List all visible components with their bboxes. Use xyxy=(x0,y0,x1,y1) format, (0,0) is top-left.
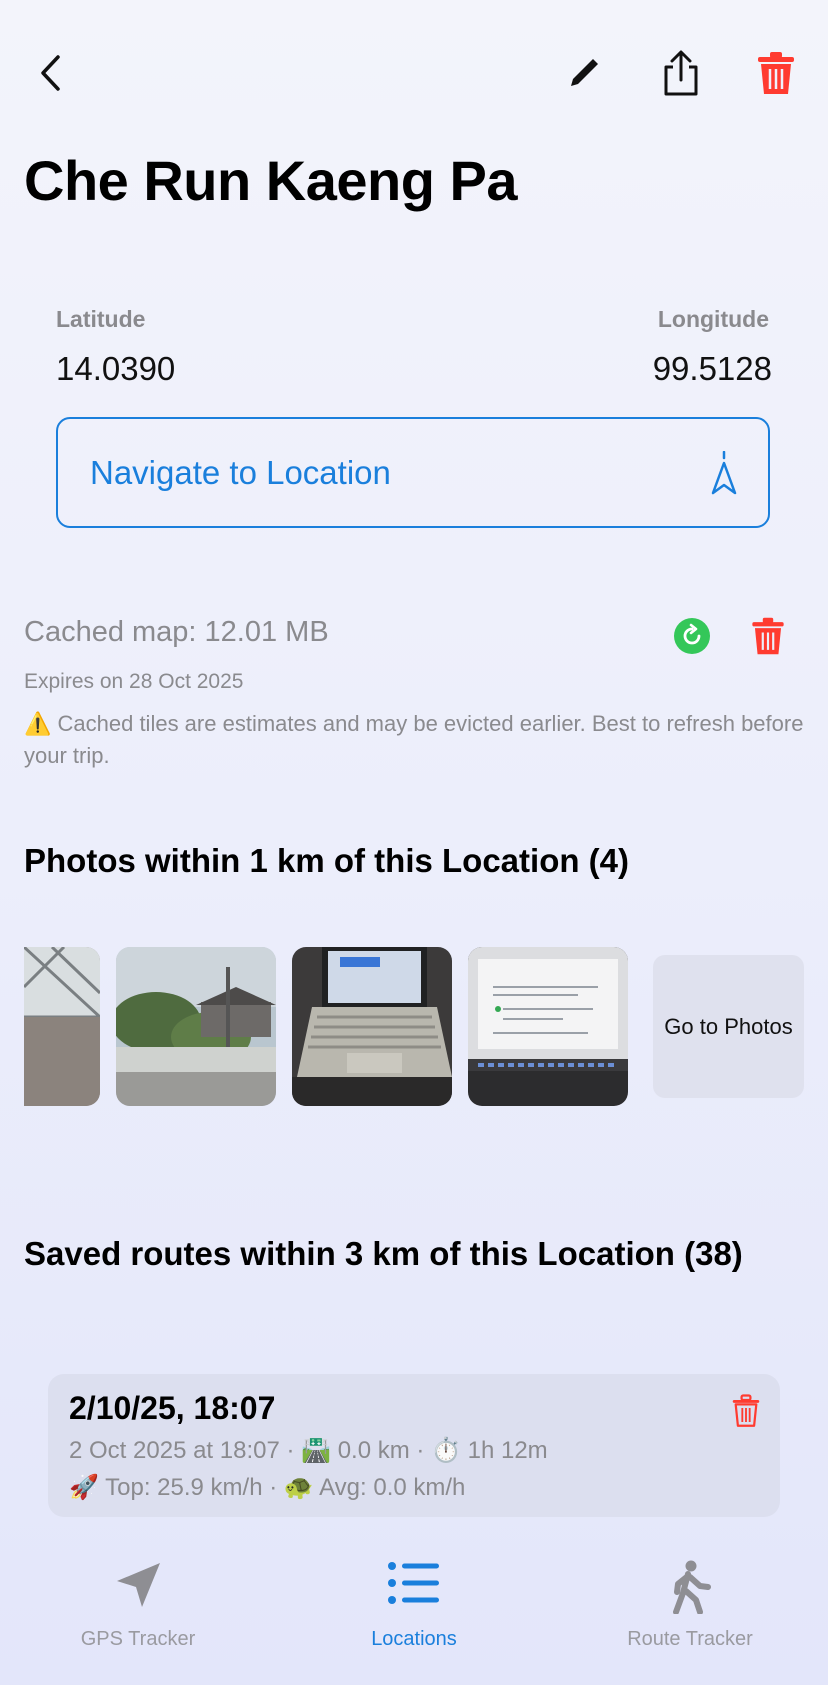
route-title: 2/10/25, 18:07 xyxy=(69,1390,276,1426)
navigation-arrow-icon xyxy=(117,1563,160,1607)
cache-expiry-text: Expires on 28 Oct 2025 xyxy=(24,670,244,693)
cache-size-text: Cached map: 12.01 MB xyxy=(24,616,329,648)
photo-thumbnail[interactable] xyxy=(292,947,452,1106)
latitude-label: Latitude xyxy=(56,306,146,332)
delete-cache-button[interactable] xyxy=(746,614,790,658)
compass-arrow-icon xyxy=(711,450,737,494)
share-icon xyxy=(664,50,698,96)
navigate-button[interactable]: Navigate to Location xyxy=(56,417,770,528)
chevron-left-icon xyxy=(41,55,60,91)
tab-locations[interactable]: Locations xyxy=(276,1540,552,1685)
tab-label: Locations xyxy=(371,1628,457,1650)
tab-label: Route Tracker xyxy=(627,1628,753,1650)
trash-icon xyxy=(752,617,784,655)
share-button[interactable] xyxy=(656,46,706,100)
page-title: Che Run Kaeng Pa xyxy=(24,149,517,212)
longitude-value: 99.5128 xyxy=(652,350,772,387)
trash-icon xyxy=(758,52,794,94)
tab-label: GPS Tracker xyxy=(80,1628,196,1650)
latitude-value: 14.0390 xyxy=(56,350,176,387)
route-details: 2 Oct 2025 at 18:07 · 🛣️ 0.0 km · ⏱️ 1h … xyxy=(69,1437,548,1464)
routes-heading: Saved routes within 3 km of this Locatio… xyxy=(24,1235,743,1272)
tab-bar: GPS Tracker Locations Route Tracker xyxy=(0,1540,828,1685)
go-to-photos-button[interactable]: Go to Photos xyxy=(653,955,804,1098)
navigate-label: Navigate to Location xyxy=(90,453,391,491)
list-icon xyxy=(388,1562,439,1604)
photo-thumbnail[interactable] xyxy=(24,947,100,1106)
photo-thumbnail[interactable] xyxy=(468,947,628,1106)
walking-person-icon xyxy=(673,1560,711,1614)
cache-warning-text: ⚠️ Cached tiles are estimates and may be… xyxy=(24,711,804,768)
photos-heading: Photos within 1 km of this Location (4) xyxy=(24,842,630,879)
refresh-icon xyxy=(674,618,710,654)
tab-route-tracker[interactable]: Route Tracker xyxy=(552,1540,828,1685)
delete-route-button[interactable] xyxy=(728,1392,764,1430)
delete-location-button[interactable] xyxy=(752,46,800,100)
tab-gps-tracker[interactable]: GPS Tracker xyxy=(0,1540,276,1685)
photo-thumbnail[interactable] xyxy=(116,947,276,1106)
route-speed: 🚀 Top: 25.9 km/h · 🐢 Avg: 0.0 km/h xyxy=(69,1474,466,1501)
edit-button[interactable] xyxy=(562,50,606,96)
longitude-label: Longitude xyxy=(657,306,769,332)
trash-icon xyxy=(732,1394,760,1427)
route-card[interactable]: 2/10/25, 18:07 2 Oct 2025 at 18:07 · 🛣️ … xyxy=(48,1374,780,1517)
back-button[interactable] xyxy=(28,48,72,98)
pencil-icon xyxy=(571,59,598,86)
refresh-cache-button[interactable] xyxy=(672,616,712,656)
